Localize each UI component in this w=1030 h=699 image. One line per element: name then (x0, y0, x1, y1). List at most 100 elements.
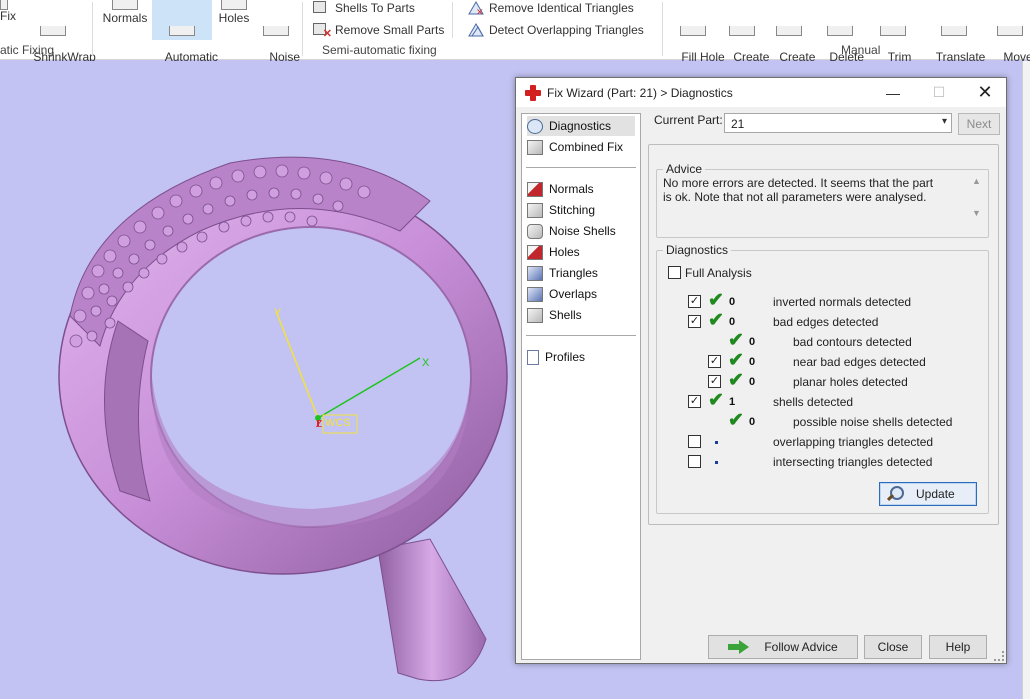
ribbon-divider (452, 2, 453, 38)
normals-icon (112, 0, 138, 10)
nav-item-noise-shells[interactable]: Noise Shells (527, 221, 616, 241)
nav-divider (526, 335, 636, 336)
bad-edges-checkbox[interactable] (688, 315, 701, 328)
group-label-automatic-fixing: atic Fixing (0, 43, 55, 57)
nav-item-label: Normals (549, 182, 594, 196)
shells-to-parts-label: Shells To Parts (335, 1, 415, 15)
nav-item-diagnostics[interactable]: Diagnostics (527, 116, 635, 136)
planar-holes-checkbox[interactable] (708, 375, 721, 388)
nav-item-shells[interactable]: Shells (527, 305, 582, 325)
check-mark-icon: ✔ (708, 390, 724, 411)
ribbon-divider (92, 2, 93, 56)
nav-item-stitching[interactable]: Stitching (527, 200, 595, 220)
fill-hole-icon (680, 26, 706, 36)
nav-item-label: Shells (549, 308, 582, 322)
translate-points-icon (941, 26, 967, 36)
create-bridge-icon (729, 26, 755, 36)
automatic-stitching-button[interactable]: Automatic Stitching (152, 0, 218, 77)
help-button[interactable]: Help (929, 635, 987, 659)
holes-button[interactable]: Holes (214, 0, 254, 25)
current-part-label: Current Part: (654, 113, 723, 127)
nav-item-overlaps[interactable]: Overlaps (527, 284, 597, 304)
scroll-up-icon[interactable]: ▲ (972, 176, 981, 186)
document-icon (527, 349, 539, 365)
arrow-right-icon (728, 640, 750, 654)
planar-holes-count: 0 (749, 376, 756, 388)
axis-x-label: X (422, 357, 430, 369)
advice-legend: Advice (663, 162, 706, 176)
next-button[interactable]: Next (958, 113, 1000, 135)
noise-shells-icon (263, 26, 289, 36)
current-part-value: 21 (731, 117, 745, 131)
check-mark-icon: ✔ (708, 290, 724, 311)
maximize-button[interactable]: ☐ (916, 78, 962, 107)
shells-to-parts-icon (313, 1, 331, 15)
noise-shells-count: 0 (749, 416, 756, 428)
remove-small-parts-label: Remove Small Parts (335, 23, 445, 37)
group-label-manual: Manual (841, 43, 881, 57)
diagnostics-group: Diagnostics Full Analysis ✔ 0 inverted n… (656, 243, 989, 514)
overlapping-triangles-label: overlapping triangles detected (773, 435, 934, 449)
nav-item-profiles[interactable]: Profiles (527, 347, 585, 367)
remove-triangles-icon: ✕ (468, 1, 484, 18)
axis-z-label: Z (316, 419, 323, 430)
minimize-button[interactable]: — (870, 78, 916, 107)
intersecting-triangles-checkbox[interactable] (688, 455, 701, 468)
fix-wizard-dialog: Fix Wizard (Part: 21) > Diagnostics — ☐ … (515, 77, 1007, 664)
shells-checkbox[interactable] (688, 395, 701, 408)
nav-item-combined-fix[interactable]: Combined Fix (527, 137, 623, 157)
normals-button[interactable]: Normals (100, 0, 150, 25)
follow-advice-label: Follow Advice (764, 640, 838, 654)
near-bad-edges-checkbox[interactable] (708, 355, 721, 368)
not-analysed-dot-icon (715, 461, 718, 464)
resize-grip-icon[interactable] (994, 651, 1004, 661)
advice-scrollbar[interactable]: ▲ ▼ (970, 176, 984, 218)
remove-small-parts-button[interactable]: ✕ Remove Small Parts (313, 23, 445, 40)
scroll-down-icon[interactable]: ▼ (972, 208, 981, 218)
nav-item-label: Overlaps (549, 287, 598, 301)
remove-small-parts-icon: ✕ (313, 23, 332, 40)
holes-label: Holes (218, 11, 250, 25)
update-button[interactable]: Update (879, 482, 977, 506)
check-mark-icon: ✔ (728, 350, 744, 371)
wizard-nav-panel: Diagnostics Combined Fix Normals Stitchi… (521, 113, 641, 660)
current-part-select[interactable]: 21 ▾ (724, 113, 952, 133)
check-mark-icon: ✔ (728, 370, 744, 391)
inverted-normals-checkbox[interactable] (688, 295, 701, 308)
check-mark-icon: ✔ (728, 410, 744, 431)
remove-identical-triangles-button[interactable]: ✕ Remove Identical Triangles (468, 1, 634, 18)
combined-fix-icon (527, 139, 543, 155)
window-close-button[interactable]: ✕ (962, 78, 1008, 107)
detect-overlapping-label: Detect Overlapping Triangles (489, 23, 644, 37)
move-points-icon (997, 26, 1023, 36)
dialog-titlebar[interactable]: Fix Wizard (Part: 21) > Diagnostics — ☐ … (516, 78, 1006, 107)
detect-overlapping-triangles-button[interactable]: Detect Overlapping Triangles (468, 23, 644, 37)
remove-identical-label: Remove Identical Triangles (489, 1, 634, 15)
nav-item-label: Profiles (545, 350, 586, 364)
fix-button[interactable]: Fix (0, 0, 16, 23)
magnifier-icon (527, 118, 543, 134)
nav-item-triangles[interactable]: Triangles (527, 263, 598, 283)
nav-item-label: Holes (549, 245, 580, 259)
delete-triangle-icon (827, 26, 853, 36)
overlapping-triangles-checkbox[interactable] (688, 435, 701, 448)
shrinkwrap-icon (40, 26, 66, 36)
full-analysis-checkbox[interactable] (668, 266, 681, 279)
diagnostics-legend: Diagnostics (663, 243, 732, 257)
check-mark-icon: ✔ (708, 310, 724, 331)
nav-item-label: Diagnostics (549, 119, 612, 133)
inverted-normals-count: 0 (729, 296, 736, 308)
follow-advice-button[interactable]: Follow Advice (708, 635, 858, 659)
nav-item-label: Noise Shells (549, 224, 616, 238)
svg-text:✕: ✕ (476, 8, 484, 15)
normals-cube-icon (527, 181, 543, 197)
nav-item-holes[interactable]: Holes (527, 242, 580, 262)
shells-to-parts-button[interactable]: Shells To Parts (313, 1, 415, 15)
nav-divider (526, 167, 636, 168)
nav-item-normals[interactable]: Normals (527, 179, 594, 199)
overlapping-triangles-icon (468, 23, 484, 37)
stitching-cube-icon (527, 202, 543, 218)
close-button[interactable]: Close (864, 635, 922, 659)
full-analysis-label: Full Analysis (685, 266, 752, 280)
check-mark-icon: ✔ (728, 330, 744, 351)
